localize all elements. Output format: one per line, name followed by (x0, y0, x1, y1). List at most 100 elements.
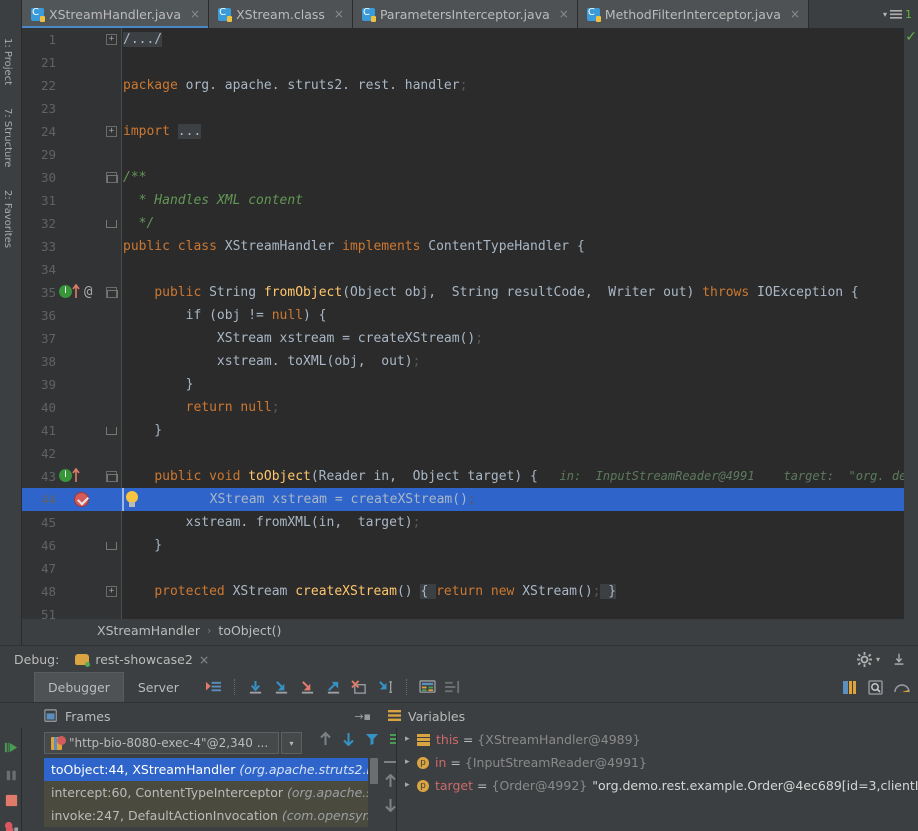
tool-window-label-project[interactable]: 1: Project (2, 38, 13, 85)
step-over-icon[interactable] (247, 680, 264, 695)
code-line[interactable]: 45 xstream. fromXML(in, target); (22, 511, 918, 534)
code-line[interactable]: 51 (22, 603, 918, 619)
tool-window-label-structure[interactable]: 7: Structure (2, 108, 13, 167)
code-text[interactable]: } (122, 419, 918, 442)
code-text[interactable]: */ (122, 212, 918, 235)
minus-icon[interactable] (384, 760, 397, 764)
code-line[interactable]: 39 } (22, 373, 918, 396)
frame-row[interactable]: toObject:44, XStreamHandler (org.apache.… (44, 758, 379, 781)
code-text[interactable] (122, 258, 918, 281)
run-configuration-tab[interactable]: rest-showcase2 × (75, 652, 209, 667)
code-text[interactable]: public String fromObject(Object obj, Str… (122, 281, 918, 304)
expand-caret-icon[interactable]: ▸ (405, 728, 417, 751)
scrollbar-thumb[interactable] (370, 758, 378, 784)
code-line[interactable]: 47 (22, 557, 918, 580)
resume-program-icon[interactable] (4, 740, 17, 753)
code-text[interactable] (122, 51, 918, 74)
fold-region-icon[interactable] (106, 540, 117, 551)
code-line[interactable]: 42 (22, 442, 918, 465)
inspect-icon[interactable] (868, 680, 884, 695)
drop-frame-icon[interactable] (351, 680, 368, 695)
expand-caret-icon[interactable]: ▸ (405, 774, 417, 797)
code-editor[interactable]: 1+/.../2122package org. apache. struts2.… (22, 28, 918, 619)
force-step-into-icon[interactable] (299, 680, 316, 695)
code-text[interactable]: XStream xstream = createXStream(); (146, 488, 918, 511)
layout-icon[interactable] (445, 680, 462, 694)
code-line[interactable]: 1+/.../ (22, 28, 918, 51)
variable-row[interactable]: ▸this={XStreamHandler@4989} (397, 728, 918, 751)
code-line[interactable]: 33public class XStreamHandler implements… (22, 235, 918, 258)
code-line[interactable]: 30/** (22, 166, 918, 189)
editor-tab-1[interactable]: XStream.class × (209, 0, 353, 28)
frames-scrollbar[interactable] (368, 758, 379, 831)
fold-expand-icon[interactable]: + (106, 586, 117, 597)
close-icon[interactable]: × (790, 7, 800, 21)
code-text[interactable]: public void toObject(Reader in, Object t… (122, 465, 918, 488)
code-line[interactable]: 36 if (obj != null) { (22, 304, 918, 327)
code-text[interactable]: * Handles XML content (122, 189, 918, 212)
code-text[interactable]: return null; (122, 396, 918, 419)
breakpoint-icon[interactable] (74, 492, 89, 507)
breadcrumb-method[interactable]: toObject() (218, 623, 281, 638)
chevron-down-icon[interactable]: ▾ (883, 10, 887, 19)
editor-tab-3[interactable]: MethodFilterInterceptor.java × (578, 0, 809, 28)
code-text[interactable]: if (obj != null) { (122, 304, 918, 327)
arrow-down-icon[interactable] (384, 798, 397, 812)
implements-method-icon[interactable]: I (59, 285, 72, 298)
arrow-up-icon[interactable] (384, 774, 397, 788)
code-line[interactable]: 24+import ... (22, 120, 918, 143)
code-line[interactable]: 43I public void toObject(Reader in, Obje… (22, 465, 918, 488)
variables-pane-header[interactable]: Variables (382, 703, 918, 729)
fold-region-icon[interactable] (106, 425, 117, 436)
hide-panel-icon[interactable] (892, 652, 906, 666)
code-line[interactable]: 40 return null; (22, 396, 918, 419)
tab-debugger[interactable]: Debugger (34, 672, 124, 702)
code-text[interactable] (122, 143, 918, 166)
fold-region-icon[interactable] (106, 218, 117, 229)
code-text[interactable]: /.../ (122, 28, 918, 51)
filter-icon[interactable] (365, 732, 379, 746)
variable-row[interactable]: ▸ptarget={Order@4992}"org.demo.rest.exam… (397, 774, 918, 797)
code-text[interactable]: protected XStream createXStream() { retu… (122, 580, 918, 603)
code-text[interactable]: /** (122, 166, 918, 189)
variables-pane[interactable]: ▸this={XStreamHandler@4989}▸pin={InputSt… (396, 728, 918, 831)
code-line[interactable]: 29 (22, 143, 918, 166)
editor-tab-2[interactable]: ParametersInterceptor.java × (353, 0, 578, 28)
gear-icon[interactable] (857, 652, 872, 667)
thread-dropdown-button[interactable]: ▾ (281, 732, 302, 754)
show-execution-point-icon[interactable] (205, 680, 222, 695)
intention-bulb-icon[interactable] (124, 491, 140, 508)
fold-region-icon[interactable] (106, 172, 117, 183)
close-icon[interactable]: × (334, 7, 344, 21)
step-out-icon[interactable] (325, 680, 342, 695)
stop-icon[interactable] (4, 793, 19, 808)
code-line[interactable]: 23 (22, 97, 918, 120)
code-text[interactable] (122, 97, 918, 120)
code-line[interactable]: 35I@ public String fromObject(Object obj… (22, 281, 918, 304)
frames-list[interactable]: toObject:44, XStreamHandler (org.apache.… (44, 758, 379, 831)
expand-caret-icon[interactable]: ▸ (405, 751, 417, 774)
code-lines[interactable]: 1+/.../2122package org. apache. struts2.… (22, 28, 918, 619)
list-dropdown-icon[interactable] (890, 9, 902, 20)
fold-region-icon[interactable] (106, 471, 117, 482)
code-line[interactable]: 31 * Handles XML content (22, 189, 918, 212)
code-line[interactable]: 34 (22, 258, 918, 281)
code-line[interactable]: 32 */ (22, 212, 918, 235)
code-text[interactable]: XStream xstream = createXStream(); (122, 327, 918, 350)
code-text[interactable]: package org. apache. struts2. rest. hand… (122, 74, 918, 97)
tool-window-label-favorites[interactable]: 2: Favorites (2, 190, 13, 248)
close-icon[interactable]: × (199, 652, 209, 667)
code-line[interactable]: 37 XStream xstream = createXStream(); (22, 327, 918, 350)
code-text[interactable] (122, 442, 918, 465)
implements-method-icon[interactable]: I (59, 469, 72, 482)
code-line[interactable]: 46 } (22, 534, 918, 557)
view-breakpoints-icon[interactable] (4, 820, 17, 831)
breadcrumb-class[interactable]: XStreamHandler (97, 623, 200, 638)
code-text[interactable] (122, 557, 918, 580)
code-line[interactable]: 41 } (22, 419, 918, 442)
code-text[interactable]: import ... (122, 120, 918, 143)
close-icon[interactable]: × (190, 7, 200, 21)
code-line[interactable]: 48+ protected XStream createXStream() { … (22, 580, 918, 603)
variable-row[interactable]: ▸pin={InputStreamReader@4991} (397, 751, 918, 774)
thread-selector[interactable]: "http-bio-8080-exec-4"@2,340 ... (44, 732, 279, 754)
